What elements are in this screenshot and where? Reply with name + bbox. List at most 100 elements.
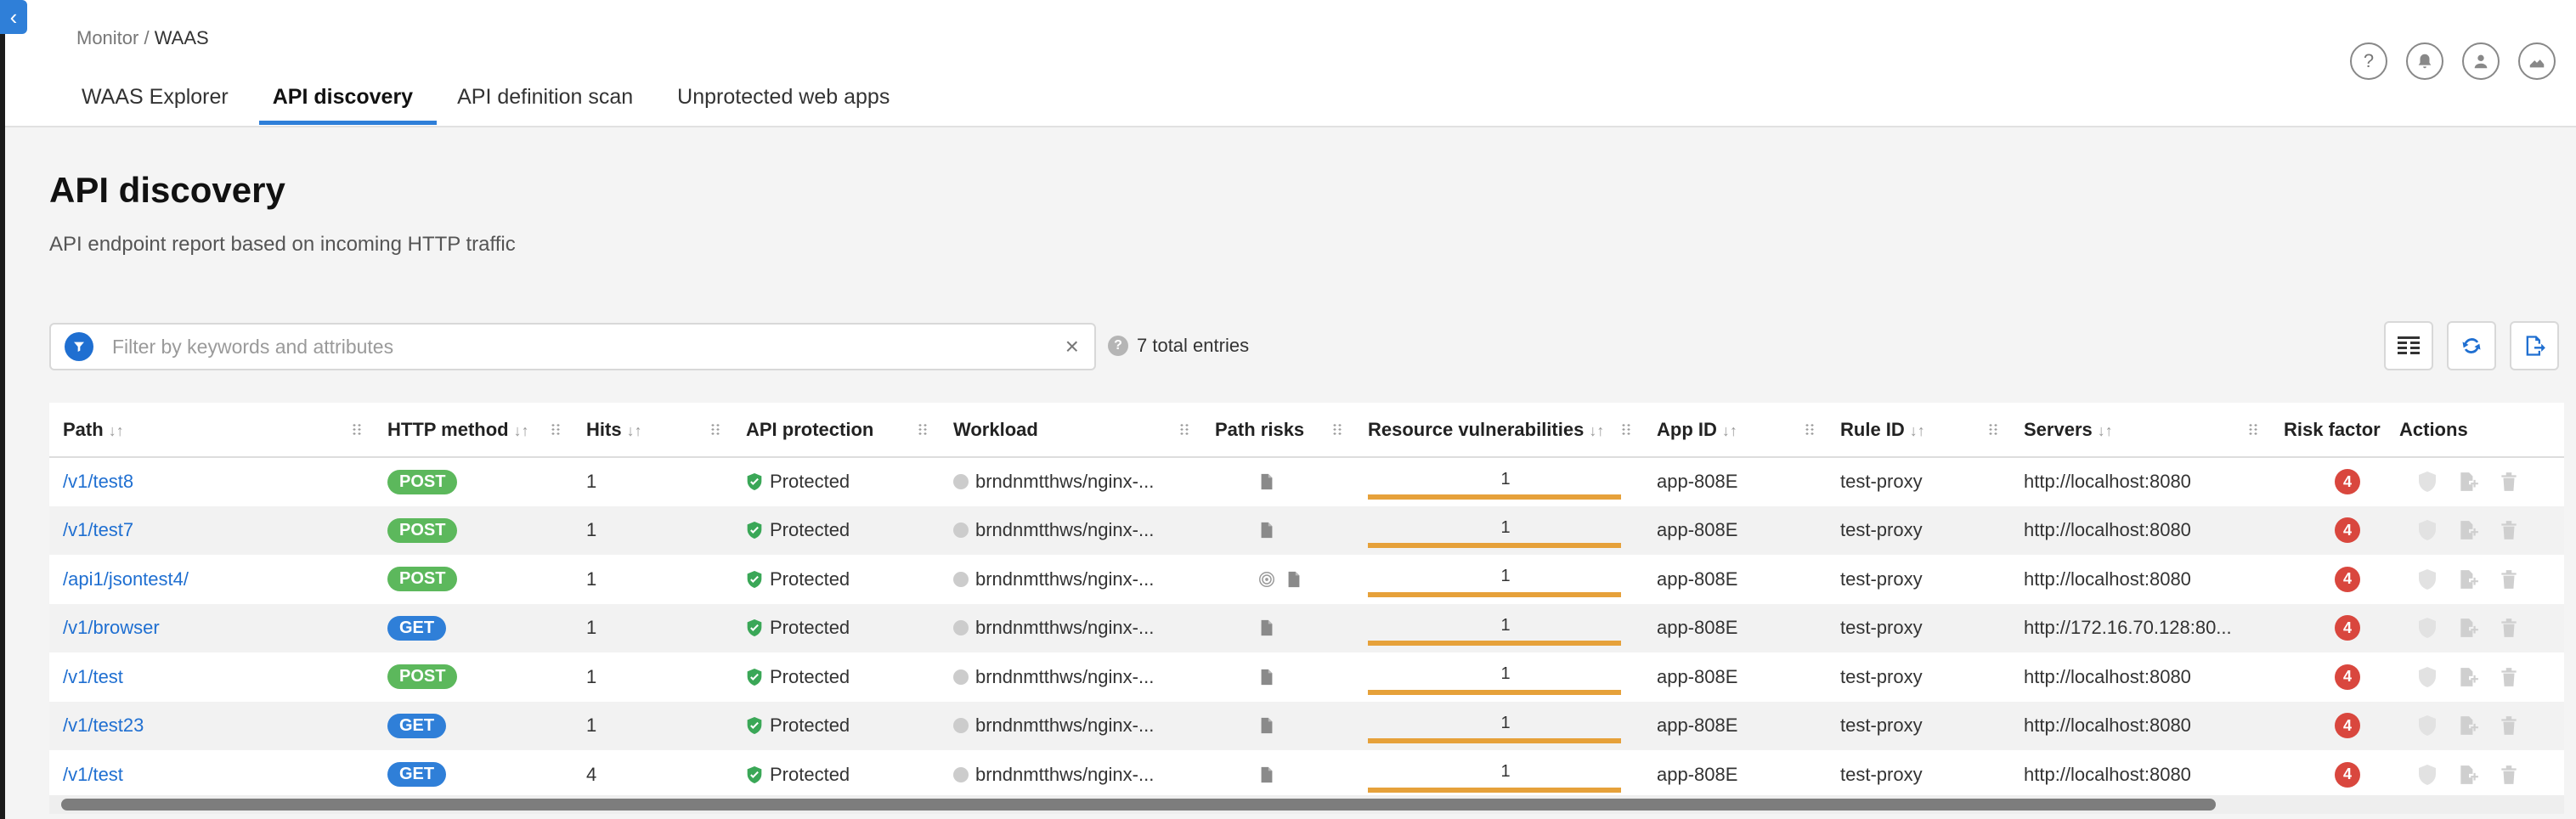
path-link[interactable]: /v1/test8 (63, 471, 133, 492)
protect-shield-icon[interactable] (2416, 715, 2438, 737)
delete-icon[interactable] (2498, 471, 2520, 493)
table-row[interactable]: /v1/browser GET 1 Protected brndnmtthws/… (49, 603, 2564, 652)
fingerprint-icon[interactable] (1257, 570, 1276, 589)
add-to-spec-icon[interactable] (2457, 617, 2479, 639)
risk-factor-badge[interactable]: 4 (2335, 517, 2360, 544)
http-method-badge: POST (387, 664, 458, 690)
header-path[interactable]: Path ↓↑ (49, 403, 374, 458)
server-cell: http://localhost:8080 (2010, 652, 2270, 702)
app-id-cell: app-808E (1643, 555, 1827, 604)
protect-shield-icon[interactable] (2416, 617, 2438, 639)
resource-vulnerabilities-cell[interactable]: 1 (1354, 555, 1643, 604)
add-to-spec-icon[interactable] (2457, 519, 2479, 541)
chart-icon[interactable] (2518, 42, 2556, 80)
rule-id-cell: test-proxy (1827, 506, 2010, 555)
risk-factor-badge[interactable]: 4 (2335, 566, 2360, 592)
breadcrumb-parent[interactable]: Monitor (76, 27, 138, 48)
file-icon[interactable] (1257, 618, 1276, 637)
header-http-method[interactable]: HTTP method ↓↑ (374, 403, 573, 458)
header-path-risks[interactable]: Path risks (1201, 403, 1354, 458)
tab-waas-explorer[interactable]: WAAS Explorer (76, 85, 240, 125)
add-to-spec-icon[interactable] (2457, 764, 2479, 786)
protect-shield-icon[interactable] (2416, 666, 2438, 688)
add-to-spec-icon[interactable] (2457, 666, 2479, 688)
add-to-spec-icon[interactable] (2457, 471, 2479, 493)
protection-status: Protected (746, 764, 940, 786)
table-row[interactable]: /v1/test23 GET 1 Protected brndnmtthws/n… (49, 701, 2564, 750)
path-link[interactable]: /v1/test (63, 764, 123, 785)
app-id-cell: app-808E (1643, 603, 1827, 652)
table-row[interactable]: /v1/test POST 1 Protected brndnmtthws/ng… (49, 652, 2564, 702)
resource-vulnerabilities-cell[interactable]: 1 (1354, 506, 1643, 555)
filter-icon[interactable] (65, 332, 93, 361)
table-row[interactable]: /v1/test8 POST 1 Protected brndnmtthws/n… (49, 457, 2564, 506)
delete-icon[interactable] (2498, 519, 2520, 541)
bell-icon[interactable] (2406, 42, 2443, 80)
risk-factor-badge[interactable]: 4 (2335, 664, 2360, 690)
path-link[interactable]: /api1/jsontest4/ (63, 568, 189, 590)
header-risk-factor[interactable]: Risk factor (2270, 403, 2386, 458)
table-row[interactable]: /v1/test7 POST 1 Protected brndnmtthws/n… (49, 506, 2564, 555)
tab-unprotected-web-apps[interactable]: Unprotected web apps (672, 85, 901, 125)
header-rule-id[interactable]: Rule ID ↓↑ (1827, 403, 2010, 458)
path-link[interactable]: /v1/test7 (63, 519, 133, 540)
file-icon[interactable] (1257, 716, 1276, 735)
tab-api-discovery[interactable]: API discovery (258, 85, 438, 125)
user-icon[interactable] (2462, 42, 2500, 80)
risk-factor-badge[interactable]: 4 (2335, 469, 2360, 495)
delete-icon[interactable] (2498, 568, 2520, 590)
path-risks-cell (1215, 521, 1354, 539)
header-hits[interactable]: Hits ↓↑ (573, 403, 732, 458)
table-row[interactable]: /api1/jsontest4/ POST 1 Protected brndnm… (49, 555, 2564, 604)
protect-shield-icon[interactable] (2416, 568, 2438, 590)
delete-icon[interactable] (2498, 666, 2520, 688)
help-icon[interactable]: ? (2350, 42, 2387, 80)
protect-shield-icon[interactable] (2416, 519, 2438, 541)
tab-api-definition-scan[interactable]: API definition scan (452, 85, 645, 125)
file-icon[interactable] (1257, 668, 1276, 686)
scrollbar-thumb[interactable] (61, 799, 2216, 811)
horizontal-scrollbar[interactable] (49, 795, 2564, 814)
refresh-button[interactable] (2447, 321, 2496, 370)
add-to-spec-icon[interactable] (2457, 568, 2479, 590)
filter-input[interactable] (112, 335, 1065, 359)
risk-factor-badge[interactable]: 4 (2335, 761, 2360, 788)
resource-vulnerabilities-cell[interactable]: 1 (1354, 457, 1643, 506)
risk-factor-badge[interactable]: 4 (2335, 615, 2360, 641)
clear-filter-icon[interactable]: × (1065, 333, 1079, 360)
protection-label: Protected (770, 617, 850, 639)
delete-icon[interactable] (2498, 617, 2520, 639)
file-icon[interactable] (1285, 570, 1303, 589)
resource-vulnerabilities-cell[interactable]: 1 (1354, 701, 1643, 750)
shield-check-icon (747, 717, 762, 735)
info-icon[interactable]: ? (1108, 336, 1128, 356)
protect-shield-icon[interactable] (2416, 764, 2438, 786)
delete-icon[interactable] (2498, 764, 2520, 786)
path-link[interactable]: /v1/browser (63, 617, 160, 638)
export-button[interactable] (2510, 321, 2559, 370)
header-servers[interactable]: Servers ↓↑ (2010, 403, 2270, 458)
resource-vulnerabilities-cell[interactable]: 1 (1354, 652, 1643, 702)
header-api-protection[interactable]: API protection (732, 403, 940, 458)
path-link[interactable]: /v1/test (63, 666, 123, 687)
header-workload[interactable]: Workload (940, 403, 1201, 458)
vulnerability-bar (1368, 787, 1621, 793)
protect-shield-icon[interactable] (2416, 471, 2438, 493)
table-row[interactable]: /v1/test GET 4 Protected brndnmtthws/ngi… (49, 750, 2564, 795)
page-title: API discovery (49, 170, 285, 210)
file-icon[interactable] (1257, 765, 1276, 784)
add-to-spec-icon[interactable] (2457, 715, 2479, 737)
vulnerability-count: 1 (1500, 517, 1511, 537)
resource-vulnerabilities-cell[interactable]: 1 (1354, 603, 1643, 652)
file-icon[interactable] (1257, 521, 1276, 539)
header-app-id[interactable]: App ID ↓↑ (1643, 403, 1827, 458)
column-settings-button[interactable] (2384, 321, 2433, 370)
resource-vulnerabilities-cell[interactable]: 1 (1354, 750, 1643, 795)
header-resource-vulnerabilities[interactable]: Resource vulnerabilities ↓↑ (1354, 403, 1643, 458)
collapse-sidebar-button[interactable]: ‹ (0, 0, 27, 34)
http-method-badge: POST (387, 469, 458, 494)
file-icon[interactable] (1257, 472, 1276, 491)
risk-factor-badge[interactable]: 4 (2335, 713, 2360, 739)
delete-icon[interactable] (2498, 715, 2520, 737)
path-link[interactable]: /v1/test23 (63, 715, 144, 736)
